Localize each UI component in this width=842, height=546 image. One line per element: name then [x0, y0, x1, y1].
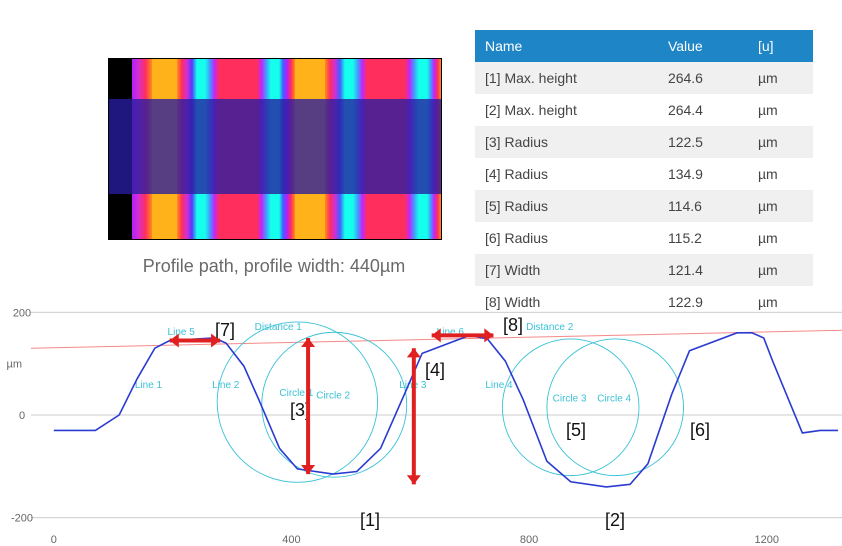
annotation-label: [2] [605, 510, 625, 530]
heightmap-image [108, 58, 442, 240]
annotation-label: [7] [215, 320, 235, 340]
cell-value: 264.4 [658, 94, 748, 126]
table-row: [7] Width121.4µm [475, 254, 813, 286]
annotation-label: [5] [566, 420, 586, 440]
cell-unit: µm [748, 62, 813, 94]
column-header-unit: [u] [748, 30, 813, 62]
annotation-label: [4] [425, 360, 445, 380]
fit-circle [262, 332, 407, 477]
arrow-head-icon [407, 475, 421, 484]
cell-name: [5] Radius [475, 190, 658, 222]
fit-circle [502, 339, 639, 476]
fit-label: Distance 1 [255, 322, 303, 333]
table-row: [2] Max. height264.4µm [475, 94, 813, 126]
arrow-head-icon [407, 348, 421, 357]
cell-value: 122.5 [658, 126, 748, 158]
cell-name: [4] Radius [475, 158, 658, 190]
x-tick-label: 0 [51, 534, 57, 546]
column-header-value: Value [658, 30, 748, 62]
fit-label: Distance 2 [526, 322, 574, 333]
profile-curve [54, 333, 838, 487]
fit-label: Circle 4 [597, 393, 631, 404]
cell-unit: µm [748, 254, 813, 286]
annotation-label: [1] [360, 510, 380, 530]
cell-value: 121.4 [658, 254, 748, 286]
cell-unit: µm [748, 126, 813, 158]
heightmap-caption: Profile path, profile width: 440µm [108, 256, 440, 277]
cell-value: 134.9 [658, 158, 748, 190]
x-tick-label: 800 [520, 534, 538, 546]
table-row: [3] Radius122.5µm [475, 126, 813, 158]
table-header-row: Name Value [u] [475, 30, 813, 62]
cell-value: 115.2 [658, 222, 748, 254]
column-header-name: Name [475, 30, 658, 62]
cell-value: 264.6 [658, 62, 748, 94]
cell-name: [3] Radius [475, 126, 658, 158]
annotation-label: [6] [690, 420, 710, 440]
results-table: Name Value [u] [1] Max. height264.6µm[2]… [475, 30, 813, 318]
table-row: [5] Radius114.6µm [475, 190, 813, 222]
table-row: [6] Radius115.2µm [475, 222, 813, 254]
y-axis-unit: µm [6, 359, 22, 371]
fit-label: Circle 2 [316, 391, 350, 402]
table-row: [4] Radius134.9µm [475, 158, 813, 190]
cell-unit: µm [748, 94, 813, 126]
fit-label: Line 1 [135, 380, 163, 391]
cell-name: [2] Max. height [475, 94, 658, 126]
fit-label: Line 5 [168, 327, 196, 338]
y-tick-label: -200 [11, 513, 33, 525]
cell-unit: µm [748, 158, 813, 190]
cell-name: [6] Radius [475, 222, 658, 254]
cell-name: [1] Max. height [475, 62, 658, 94]
cell-unit: µm [748, 222, 813, 254]
fit-circle [547, 339, 684, 476]
cell-unit: µm [748, 190, 813, 222]
x-tick-label: 1200 [754, 534, 778, 546]
fit-label: Line 2 [212, 380, 240, 391]
annotation-label: [8] [503, 315, 523, 335]
cell-value: 114.6 [658, 190, 748, 222]
x-tick-label: 400 [282, 534, 300, 546]
table-row: [1] Max. height264.6µm [475, 62, 813, 94]
cell-name: [7] Width [475, 254, 658, 286]
y-tick-label: 0 [19, 410, 25, 422]
fit-label: Circle 3 [553, 393, 587, 404]
profile-chart: -2000200µm04008001200Line 1Line 2Line 3L… [0, 296, 842, 546]
y-tick-label: 200 [13, 307, 31, 319]
fit-label: Line 4 [485, 380, 513, 391]
